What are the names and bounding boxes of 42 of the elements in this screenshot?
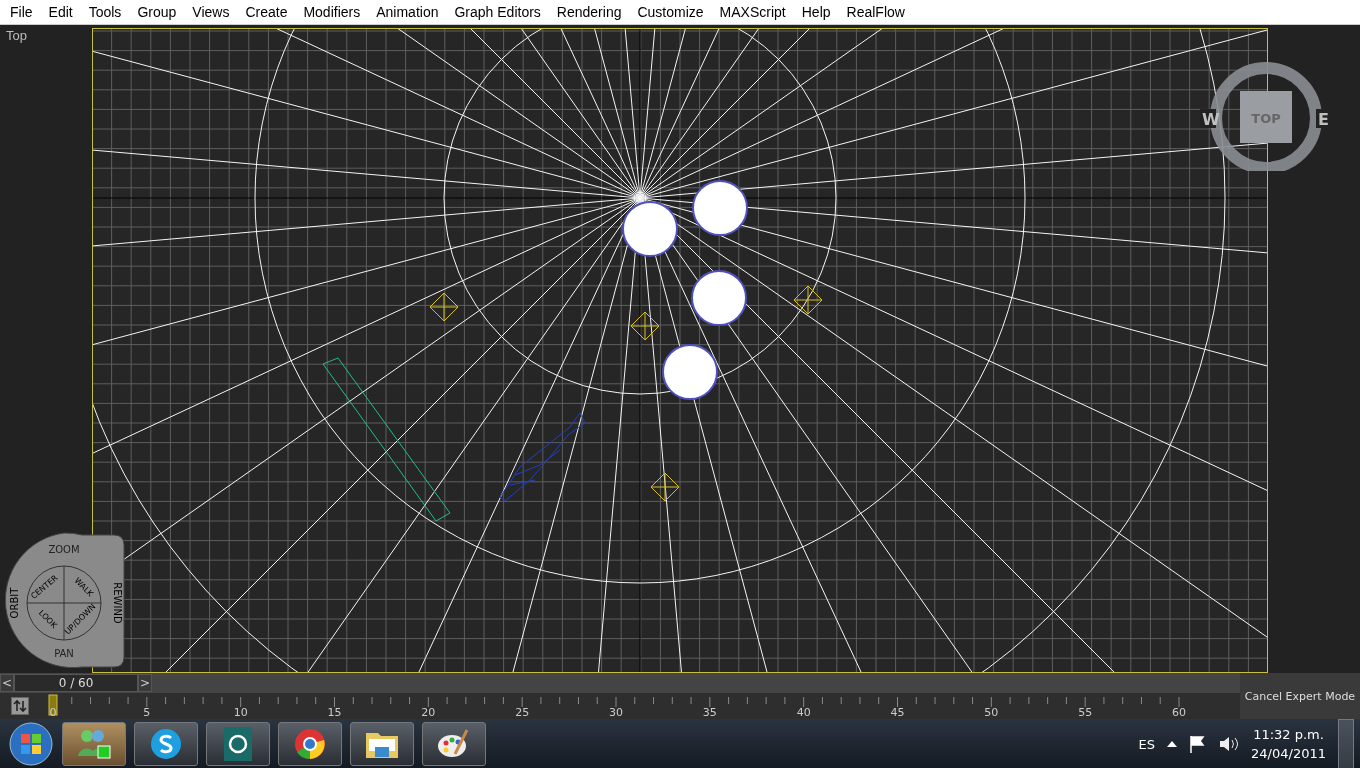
show-hidden-icons-icon[interactable] [1167,741,1178,747]
viewport-label[interactable]: Top [6,28,27,43]
orbit-label[interactable]: ORBIT [9,587,20,619]
menu-item[interactable]: Animation [368,4,447,20]
paint-palette-icon[interactable] [437,728,471,760]
pan-label[interactable]: PAN [54,648,74,659]
light-gizmo-icon [650,472,680,502]
light-gizmo-icon [429,292,459,322]
browser-icon[interactable] [294,728,326,760]
start-button[interactable] [9,722,53,766]
clock-date[interactable]: 24/04/2011 [1251,744,1326,763]
time-slider-thumb[interactable]: 0 / 60 [14,674,138,692]
light-gizmo-icon [630,311,660,341]
menu-item[interactable]: File [2,4,41,20]
key-mode-icon[interactable] [11,697,29,715]
clock-time[interactable]: 11:32 p.m. [1253,725,1324,744]
language-indicator[interactable]: ES [1138,736,1156,752]
menu-item[interactable]: Help [793,4,839,20]
menu-item[interactable]: Group [129,4,185,20]
rewind-label[interactable]: REWIND [112,582,123,624]
menu-item[interactable]: Customize [629,4,712,20]
menu-item[interactable]: Create [237,4,296,20]
compass-east-label[interactable]: E [1318,110,1329,129]
previous-frame-button[interactable]: < [0,674,14,692]
menu-item[interactable]: Edit [40,4,81,20]
sphere [691,270,747,326]
menu-item[interactable]: Views [184,4,238,20]
light-gizmo-icon [793,285,823,315]
people-icon[interactable] [76,728,112,760]
menu-item[interactable]: MAXScript [711,4,794,20]
app-logo-icon[interactable] [224,727,252,761]
chat-app-icon[interactable] [150,728,182,760]
next-frame-button[interactable]: > [138,674,152,692]
menu-item[interactable]: Graph Editors [446,4,549,20]
menu-item[interactable]: Modifiers [295,4,369,20]
status-text[interactable]: Cancel Expert Mode [1240,673,1360,719]
zoom-label[interactable]: ZOOM [48,544,80,555]
menu-item[interactable]: Tools [80,4,130,20]
menu-item[interactable]: RealFlow [838,4,913,20]
speaker-icon[interactable] [1219,735,1240,753]
menu-item[interactable]: Rendering [548,4,630,20]
show-desktop-button[interactable] [1338,719,1354,768]
